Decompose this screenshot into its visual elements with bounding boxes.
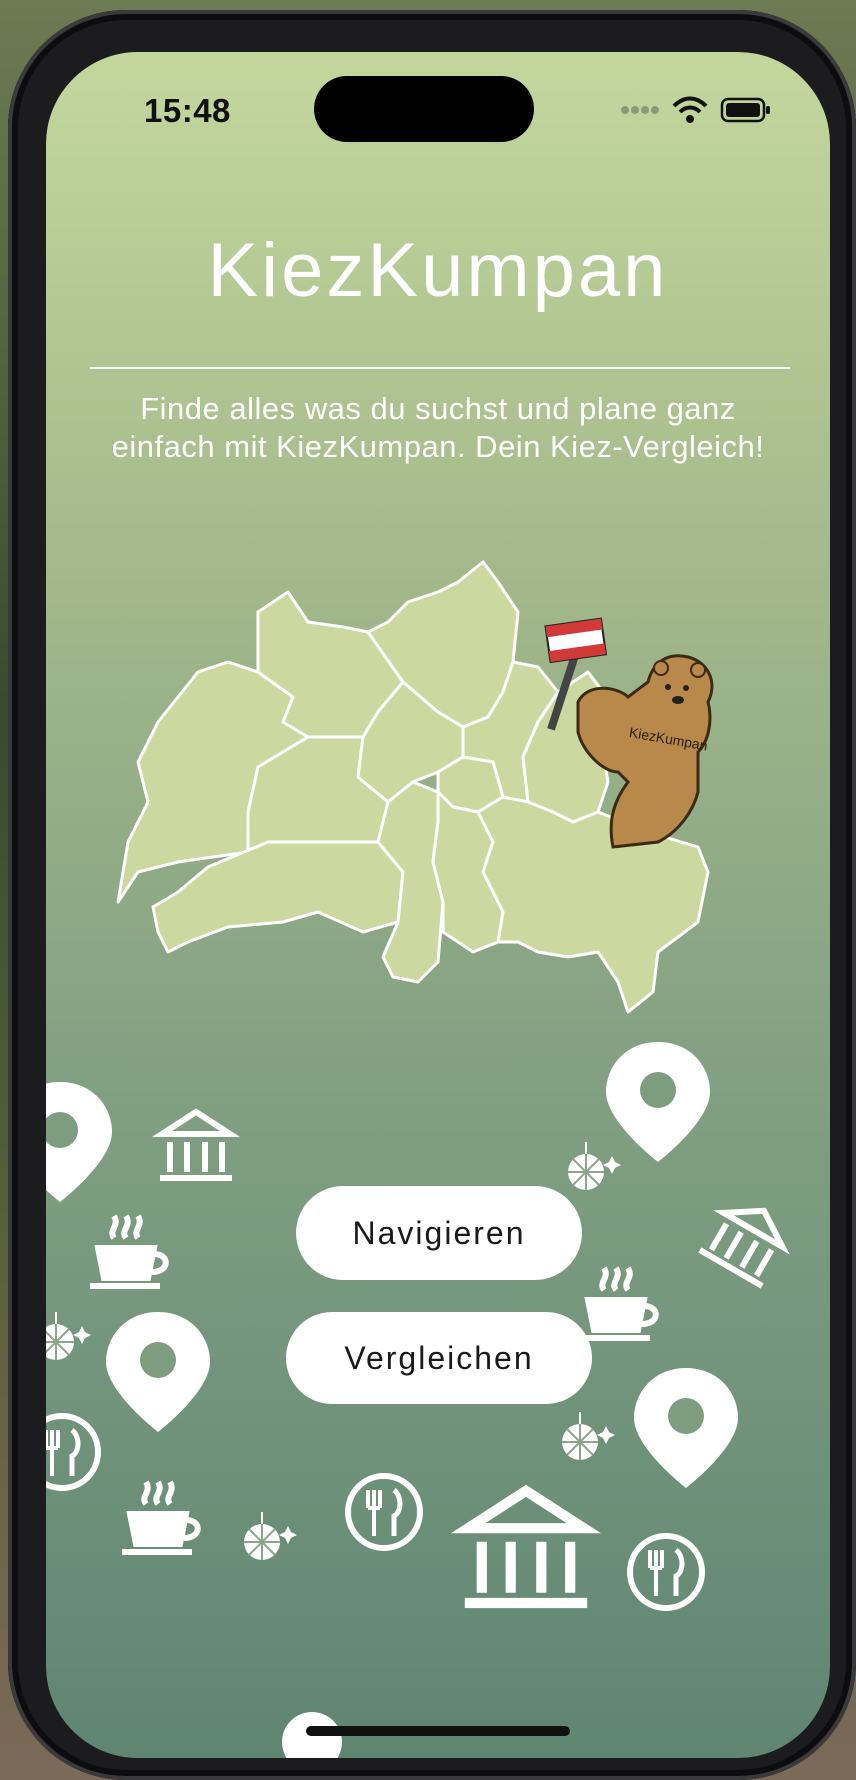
museum-icon	[160, 1112, 232, 1178]
disco-ball-icon	[243, 1511, 298, 1561]
disco-ball-icon	[561, 1411, 616, 1461]
compare-button[interactable]: Vergleichen	[286, 1312, 592, 1404]
coffee-cup-icon	[122, 1482, 198, 1552]
berlin-map: KiezKumpan	[116, 560, 714, 1014]
battery-icon	[720, 97, 770, 123]
restaurant-icon	[630, 1536, 702, 1608]
museum-icon	[465, 1491, 587, 1603]
title-divider	[90, 367, 790, 369]
museum-icon	[700, 1193, 795, 1286]
app-screen: 15:48 KiezKumpan Finde alles was du such…	[46, 52, 830, 1758]
app-subtitle: Finde alles was du suchst und plane ganz…	[111, 391, 765, 464]
signal-icon	[621, 106, 659, 114]
home-indicator[interactable]	[306, 1726, 570, 1736]
map-pin-icon	[606, 1042, 710, 1162]
disco-ball-icon	[46, 1311, 92, 1361]
restaurant-icon	[46, 1416, 98, 1488]
map-pin-icon	[106, 1312, 210, 1432]
phone-frame: 15:48 KiezKumpan Finde alles was du such…	[8, 10, 856, 1780]
map-pin-icon	[634, 1368, 738, 1488]
disco-ball-icon	[567, 1141, 622, 1191]
restaurant-icon	[348, 1476, 420, 1548]
wifi-icon	[672, 96, 708, 123]
map-pin-icon	[46, 1082, 112, 1202]
navigate-button[interactable]: Navigieren	[296, 1186, 582, 1280]
dynamic-island	[314, 76, 534, 142]
status-icons	[620, 96, 772, 124]
coffee-cup-icon	[580, 1268, 656, 1338]
app-title: KiezKumpan	[207, 228, 669, 313]
coffee-cup-icon	[90, 1216, 166, 1286]
berlin-flag-icon	[544, 617, 608, 664]
status-time: 15:48	[144, 92, 231, 129]
